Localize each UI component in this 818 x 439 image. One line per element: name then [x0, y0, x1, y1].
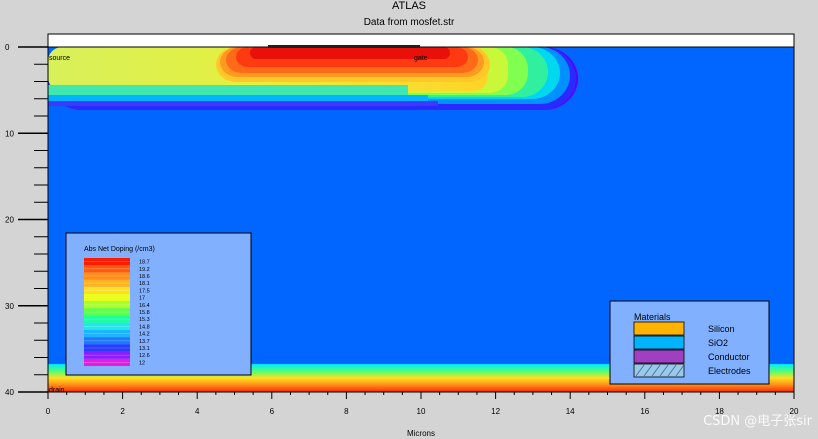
doping-contour [48, 95, 428, 101]
doping-level-label: 16.4 [139, 303, 150, 309]
doping-level-label: 18.6 [139, 274, 150, 280]
doping-level-label: 15.3 [139, 317, 150, 323]
y-axis: 0 10 20 30 40 [5, 43, 48, 397]
y-tick-label: 20 [5, 216, 14, 225]
x-axis-label: Microns [407, 429, 435, 438]
y-tick-label: 10 [5, 129, 14, 138]
material-label: Silicon [708, 324, 735, 334]
doping-level-label: 18.7 [139, 260, 150, 266]
y-tick-label: 30 [5, 302, 14, 311]
watermark: CSDN @电子张sir [703, 414, 812, 429]
x-tick-label: 16 [640, 407, 649, 416]
x-tick-label: 4 [195, 407, 200, 416]
x-tick-label: 14 [566, 407, 575, 416]
doping-legend: Abs Net Doping (/cm3) 18.719.218.618.117.… [65, 232, 252, 376]
x-tick-label: 12 [491, 407, 500, 416]
doping-level-label: 17 [139, 296, 145, 302]
material-label: SiO2 [708, 338, 728, 348]
doping-legend-title: Abs Net Doping (/cm3) [84, 246, 155, 253]
material-label: Electrodes [708, 366, 751, 376]
material-swatch [633, 335, 685, 350]
doping-contour [48, 101, 438, 106]
x-tick-label: 2 [120, 407, 125, 416]
material-label: Conductor [708, 352, 750, 362]
doping-level-label: 12.6 [139, 353, 150, 359]
material-swatch [633, 321, 685, 336]
y-tick-label: 40 [5, 388, 14, 397]
doping-level-label: 14.2 [139, 332, 150, 338]
doping-level-label: 14.8 [139, 324, 150, 330]
doping-contour [48, 85, 408, 95]
doping-level-label: 15.8 [139, 310, 150, 316]
doping-level-label: 17.5 [139, 288, 150, 294]
x-tick-label: 0 [46, 407, 51, 416]
y-tick-label: 0 [5, 43, 10, 52]
x-tick-label: 8 [344, 407, 349, 416]
x-tick-label: 6 [270, 407, 275, 416]
drain-label: drain [49, 387, 65, 394]
material-swatch [633, 349, 685, 364]
doping-level-label: 13.1 [139, 346, 150, 352]
source-label: source [49, 55, 70, 62]
x-tick-label: 10 [417, 407, 426, 416]
doping-level-label: 18.1 [139, 281, 150, 287]
materials-legend-title: Materials [634, 312, 671, 322]
doping-level-label: 13.7 [139, 339, 150, 345]
x-axis: 0 2 4 6 8 10 12 14 16 18 20Microns [46, 392, 799, 438]
gate-label: gate [414, 55, 428, 62]
materials-legend: Materials Silicon SiO2 Conductor Electrodes [609, 300, 770, 385]
doping-level-label: 12 [139, 360, 145, 366]
gate-conductor [268, 45, 420, 48]
doping-plot: 010203040 0 2 4 6 8 10 12 14 16 18 20Microns sourc… [5, 33, 799, 438]
top-electrode [47, 33, 795, 48]
doping-level-label: 19.2 [139, 267, 150, 273]
